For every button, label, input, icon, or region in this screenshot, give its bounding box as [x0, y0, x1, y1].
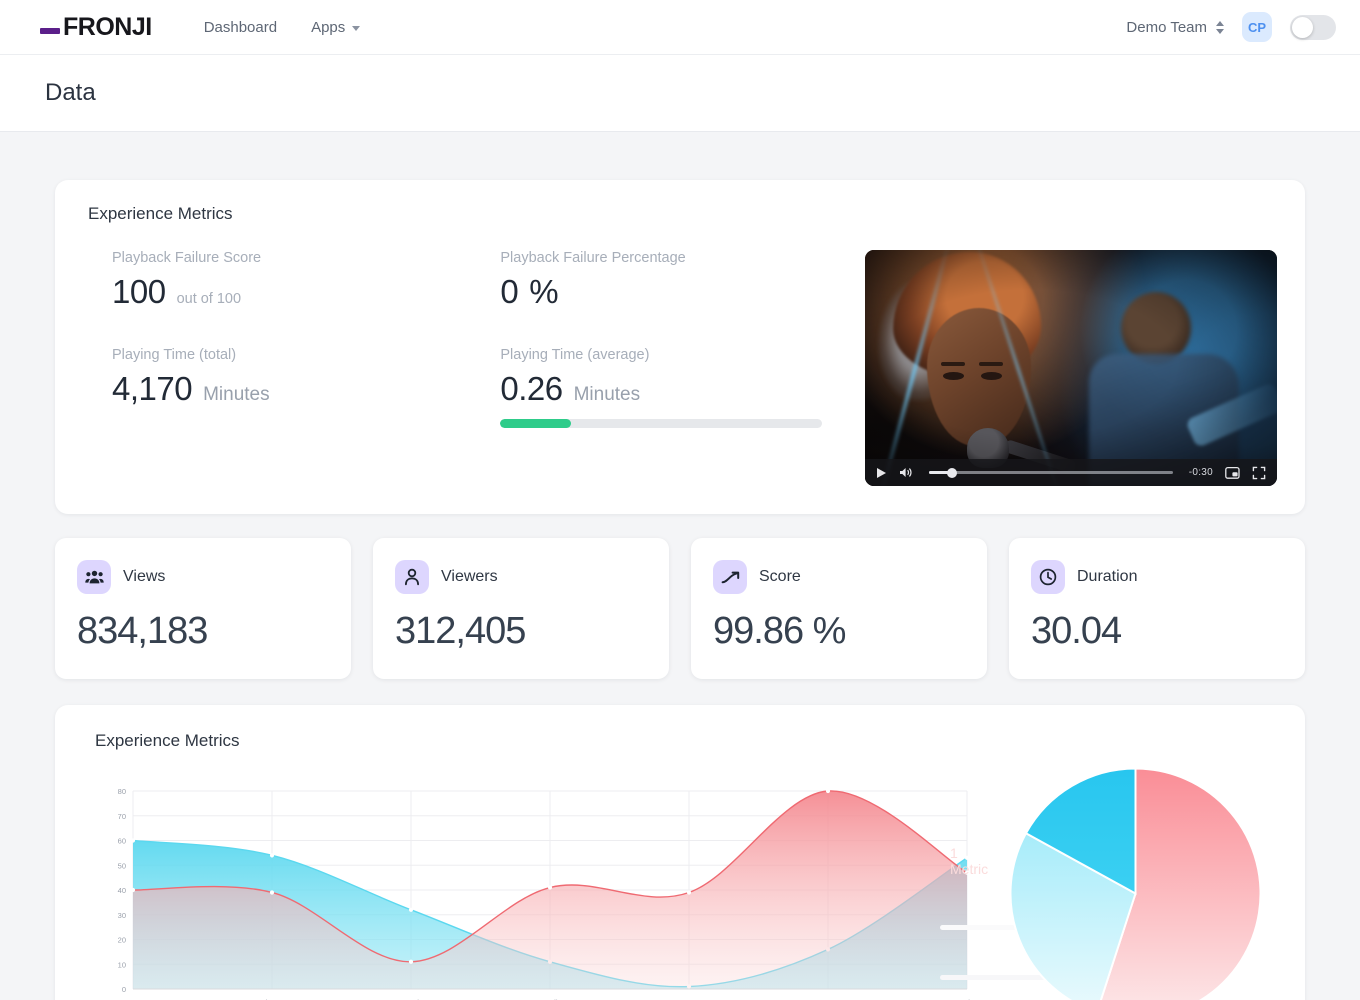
video-player[interactable]: -0:30 [864, 250, 1277, 486]
stat-card-value: 99.86 % [713, 610, 846, 652]
stat-cards-row: Views 834,183 Viewers 312,405 Score 99.8… [55, 538, 1305, 679]
stat-card-label: Views [123, 568, 166, 585]
stat-card-score[interactable]: Score 99.86 % [691, 538, 987, 679]
team-selector-label: Demo Team [1126, 18, 1207, 36]
metric-value: 4,170 [112, 370, 193, 407]
metric-unit: % [529, 273, 559, 310]
scrub-played [928, 471, 949, 474]
video-scrub-bar[interactable] [928, 467, 1173, 478]
nav-item-apps-label: Apps [311, 18, 346, 36]
theme-toggle-switch[interactable] [1290, 14, 1336, 40]
experience-metrics-body: Playback Failure Score 100 out of 100 Pl… [88, 250, 1277, 486]
top-navigation-bar: FRONJI Dashboard Apps Demo Team CP [0, 0, 1360, 55]
stat-card-label: Score [759, 568, 801, 585]
metric-label: Playback Failure Percentage [500, 250, 686, 266]
playing-time-progress-bar [500, 419, 823, 428]
nav-right-cluster: Demo Team CP [1126, 12, 1336, 42]
svg-text:30: 30 [118, 911, 126, 920]
toggle-knob [1292, 16, 1313, 38]
experience-metrics-panel: Experience Metrics Playback Failure Scor… [55, 180, 1305, 514]
metric-unit: Minutes [573, 384, 641, 405]
stat-card-viewers[interactable]: Viewers 312,405 [373, 538, 669, 679]
metric-value: 0 [500, 273, 519, 310]
svg-text:40: 40 [118, 886, 126, 895]
volume-icon[interactable] [899, 466, 913, 479]
charts-panel-title: Experience Metrics [95, 731, 240, 750]
area-line-chart[interactable]: 01020304050607080JanuaryFebruaryMarchApr… [95, 777, 1070, 1000]
score-trending-up-icon [713, 560, 747, 594]
area-chart-svg: 01020304050607080JanuaryFebruaryMarchApr… [118, 787, 974, 1000]
metrics-column-middle: Playback Failure Percentage 0 % Playing … [476, 250, 864, 486]
play-icon[interactable] [876, 467, 887, 479]
video-thumbnail-image [864, 250, 1277, 486]
viewers-person-icon [395, 560, 429, 594]
metric-playback-failure-percentage: Playback Failure Percentage 0 % [476, 250, 864, 311]
video-controls-bar: -0:30 [864, 459, 1277, 486]
stat-card-value: 834,183 [77, 610, 208, 652]
stat-card-label: Duration [1077, 568, 1138, 585]
team-selector[interactable]: Demo Team [1126, 19, 1224, 36]
primary-nav-links: Dashboard Apps [204, 19, 361, 36]
logo-text: FRONJI [63, 12, 152, 41]
metric-label: Playing Time (average) [500, 347, 650, 363]
picture-in-picture-icon[interactable] [1225, 466, 1240, 480]
stat-card-views[interactable]: Views 834,183 [55, 538, 351, 679]
metric-label: Playback Failure Score [112, 250, 262, 266]
scrub-handle[interactable] [946, 467, 957, 478]
fullscreen-icon[interactable] [1252, 466, 1266, 480]
nav-item-dashboard[interactable]: Dashboard [204, 19, 277, 36]
pie-chart-wrap[interactable] [1009, 767, 1262, 1000]
svg-text:60: 60 [118, 837, 126, 846]
metric-playing-time-average: Playing Time (average) 0.26 Minutes [476, 347, 864, 428]
nav-item-apps[interactable]: Apps [311, 18, 361, 36]
logo-dash-icon [40, 27, 60, 34]
duration-clock-icon [1031, 560, 1065, 594]
progress-fill [500, 419, 572, 428]
nav-item-dashboard-label: Dashboard [203, 18, 278, 36]
page-title: Data [45, 79, 96, 106]
metric-unit: out of 100 [176, 291, 242, 307]
stat-card-duration[interactable]: Duration 30.04 [1009, 538, 1305, 679]
stat-card-label: Viewers [441, 568, 498, 585]
stat-card-value: 312,405 [395, 610, 526, 652]
pie-chart-svg [1009, 767, 1262, 1000]
selector-updown-icon [1216, 20, 1224, 34]
metric-value: 100 [112, 273, 166, 310]
svg-text:20: 20 [118, 936, 126, 945]
svg-text:0: 0 [122, 985, 126, 994]
views-group-icon [77, 560, 111, 594]
charts-panel: Experience Metrics 01020304050607080Janu… [55, 705, 1305, 1000]
svg-text:50: 50 [118, 861, 126, 870]
metrics-column-left: Playback Failure Score 100 out of 100 Pl… [88, 250, 476, 486]
metric-label: Playing Time (total) [112, 347, 237, 363]
metric-value: 0.26 [500, 370, 563, 407]
svg-text:80: 80 [118, 787, 126, 796]
main-canvas: Experience Metrics Playback Failure Scor… [0, 132, 1360, 1000]
brand-logo[interactable]: FRONJI [40, 13, 152, 42]
charts-area: 01020304050607080JanuaryFebruaryMarchApr… [95, 767, 1275, 1000]
chevron-down-icon [352, 25, 361, 31]
svg-text:70: 70 [118, 812, 126, 821]
avatar-initials: CP [1247, 19, 1267, 35]
experience-metrics-title: Experience Metrics [88, 204, 233, 223]
page-header: Data [0, 55, 1360, 132]
avatar[interactable]: CP [1242, 12, 1272, 42]
metric-playback-failure-score: Playback Failure Score 100 out of 100 [88, 250, 476, 311]
metric-unit: Minutes [203, 384, 270, 405]
svg-text:10: 10 [118, 960, 126, 969]
stat-card-value: 30.04 [1031, 610, 1122, 652]
metric-playing-time-total: Playing Time (total) 4,170 Minutes [88, 347, 476, 408]
video-time-remaining: -0:30 [1188, 467, 1213, 478]
